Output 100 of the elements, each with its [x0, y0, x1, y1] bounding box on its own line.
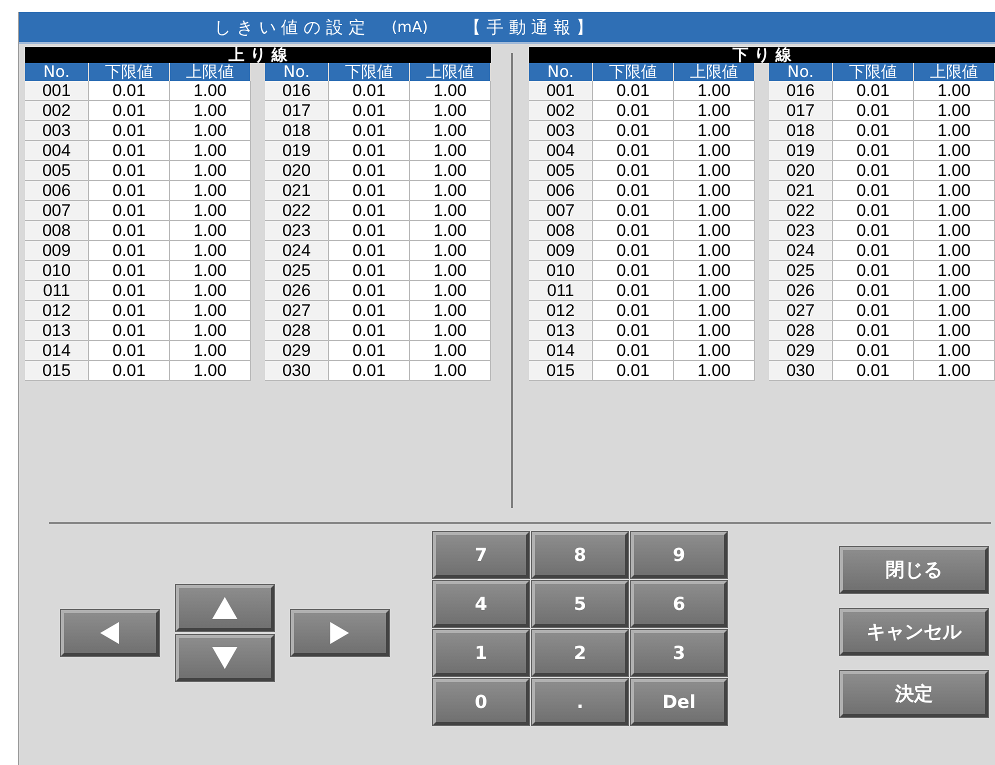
- value-cell[interactable]: 1.00: [674, 241, 755, 261]
- value-cell[interactable]: 0.01: [833, 281, 914, 301]
- value-cell[interactable]: 0.01: [89, 81, 170, 101]
- value-cell[interactable]: 1.00: [170, 181, 251, 201]
- value-cell[interactable]: 1.00: [914, 81, 995, 101]
- keypad-key[interactable]: Del: [631, 679, 727, 725]
- keypad-key[interactable]: 2: [532, 630, 628, 676]
- value-cell[interactable]: 1.00: [410, 101, 491, 121]
- value-cell[interactable]: 1.00: [410, 221, 491, 241]
- value-cell[interactable]: 0.01: [593, 141, 674, 161]
- value-cell[interactable]: 1.00: [674, 181, 755, 201]
- down-button[interactable]: [176, 635, 274, 681]
- value-cell[interactable]: 0.01: [593, 341, 674, 361]
- value-cell[interactable]: 0.01: [329, 161, 410, 181]
- value-cell[interactable]: 1.00: [170, 101, 251, 121]
- value-cell[interactable]: 0.01: [329, 281, 410, 301]
- value-cell[interactable]: 0.01: [833, 201, 914, 221]
- value-cell[interactable]: 1.00: [170, 161, 251, 181]
- value-cell[interactable]: 1.00: [170, 361, 251, 381]
- value-cell[interactable]: 0.01: [329, 121, 410, 141]
- keypad-key[interactable]: 8: [532, 532, 628, 578]
- value-cell[interactable]: 0.01: [329, 101, 410, 121]
- value-cell[interactable]: 1.00: [410, 361, 491, 381]
- value-cell[interactable]: 0.01: [833, 221, 914, 241]
- value-cell[interactable]: 1.00: [674, 301, 755, 321]
- up-button[interactable]: [176, 585, 274, 631]
- value-cell[interactable]: 0.01: [89, 201, 170, 221]
- value-cell[interactable]: 0.01: [833, 121, 914, 141]
- value-cell[interactable]: 0.01: [329, 341, 410, 361]
- value-cell[interactable]: 1.00: [674, 201, 755, 221]
- keypad-key[interactable]: 0: [433, 679, 529, 725]
- value-cell[interactable]: 1.00: [170, 321, 251, 341]
- value-cell[interactable]: 1.00: [674, 341, 755, 361]
- value-cell[interactable]: 0.01: [593, 101, 674, 121]
- keypad-key[interactable]: 6: [631, 581, 727, 627]
- value-cell[interactable]: 0.01: [593, 301, 674, 321]
- value-cell[interactable]: 1.00: [170, 221, 251, 241]
- value-cell[interactable]: 1.00: [674, 101, 755, 121]
- value-cell[interactable]: 0.01: [833, 301, 914, 321]
- value-cell[interactable]: 1.00: [674, 141, 755, 161]
- value-cell[interactable]: 1.00: [410, 321, 491, 341]
- value-cell[interactable]: 1.00: [170, 201, 251, 221]
- value-cell[interactable]: 1.00: [674, 261, 755, 281]
- value-cell[interactable]: 0.01: [593, 181, 674, 201]
- value-cell[interactable]: 1.00: [914, 141, 995, 161]
- value-cell[interactable]: 0.01: [593, 321, 674, 341]
- value-cell[interactable]: 0.01: [329, 361, 410, 381]
- value-cell[interactable]: 1.00: [674, 321, 755, 341]
- value-cell[interactable]: 1.00: [410, 341, 491, 361]
- value-cell[interactable]: 0.01: [833, 81, 914, 101]
- value-cell[interactable]: 1.00: [410, 301, 491, 321]
- value-cell[interactable]: 0.01: [833, 341, 914, 361]
- value-cell[interactable]: 1.00: [674, 161, 755, 181]
- value-cell[interactable]: 1.00: [170, 281, 251, 301]
- action-button[interactable]: 閉じる: [840, 547, 988, 593]
- right-button[interactable]: [291, 610, 389, 656]
- keypad-key[interactable]: 9: [631, 532, 727, 578]
- value-cell[interactable]: 0.01: [593, 121, 674, 141]
- value-cell[interactable]: 0.01: [833, 161, 914, 181]
- value-cell[interactable]: 1.00: [914, 281, 995, 301]
- value-cell[interactable]: 0.01: [833, 261, 914, 281]
- value-cell[interactable]: 1.00: [914, 241, 995, 261]
- value-cell[interactable]: 1.00: [914, 161, 995, 181]
- value-cell[interactable]: 0.01: [329, 141, 410, 161]
- value-cell[interactable]: 0.01: [833, 241, 914, 261]
- value-cell[interactable]: 0.01: [89, 221, 170, 241]
- value-cell[interactable]: 1.00: [170, 141, 251, 161]
- value-cell[interactable]: 0.01: [329, 321, 410, 341]
- value-cell[interactable]: 1.00: [410, 81, 491, 101]
- value-cell[interactable]: 0.01: [329, 201, 410, 221]
- value-cell[interactable]: 0.01: [89, 261, 170, 281]
- value-cell[interactable]: 1.00: [914, 201, 995, 221]
- value-cell[interactable]: 1.00: [914, 261, 995, 281]
- value-cell[interactable]: 1.00: [410, 241, 491, 261]
- value-cell[interactable]: 0.01: [833, 321, 914, 341]
- value-cell[interactable]: 0.01: [329, 241, 410, 261]
- value-cell[interactable]: 1.00: [410, 121, 491, 141]
- value-cell[interactable]: 0.01: [833, 101, 914, 121]
- value-cell[interactable]: 1.00: [674, 281, 755, 301]
- value-cell[interactable]: 1.00: [914, 181, 995, 201]
- value-cell[interactable]: 1.00: [914, 341, 995, 361]
- value-cell[interactable]: 0.01: [89, 101, 170, 121]
- value-cell[interactable]: 0.01: [89, 341, 170, 361]
- value-cell[interactable]: 0.01: [593, 361, 674, 381]
- left-button[interactable]: [61, 610, 159, 656]
- action-button[interactable]: 決定: [840, 671, 988, 717]
- value-cell[interactable]: 1.00: [674, 121, 755, 141]
- value-cell[interactable]: 1.00: [674, 221, 755, 241]
- value-cell[interactable]: 1.00: [674, 361, 755, 381]
- value-cell[interactable]: 1.00: [170, 301, 251, 321]
- value-cell[interactable]: 0.01: [833, 361, 914, 381]
- value-cell[interactable]: 1.00: [674, 81, 755, 101]
- value-cell[interactable]: 0.01: [329, 181, 410, 201]
- value-cell[interactable]: 0.01: [833, 181, 914, 201]
- value-cell[interactable]: 0.01: [833, 141, 914, 161]
- value-cell[interactable]: 0.01: [89, 361, 170, 381]
- value-cell[interactable]: 0.01: [329, 81, 410, 101]
- value-cell[interactable]: 1.00: [914, 221, 995, 241]
- keypad-key[interactable]: 4: [433, 581, 529, 627]
- value-cell[interactable]: 1.00: [914, 361, 995, 381]
